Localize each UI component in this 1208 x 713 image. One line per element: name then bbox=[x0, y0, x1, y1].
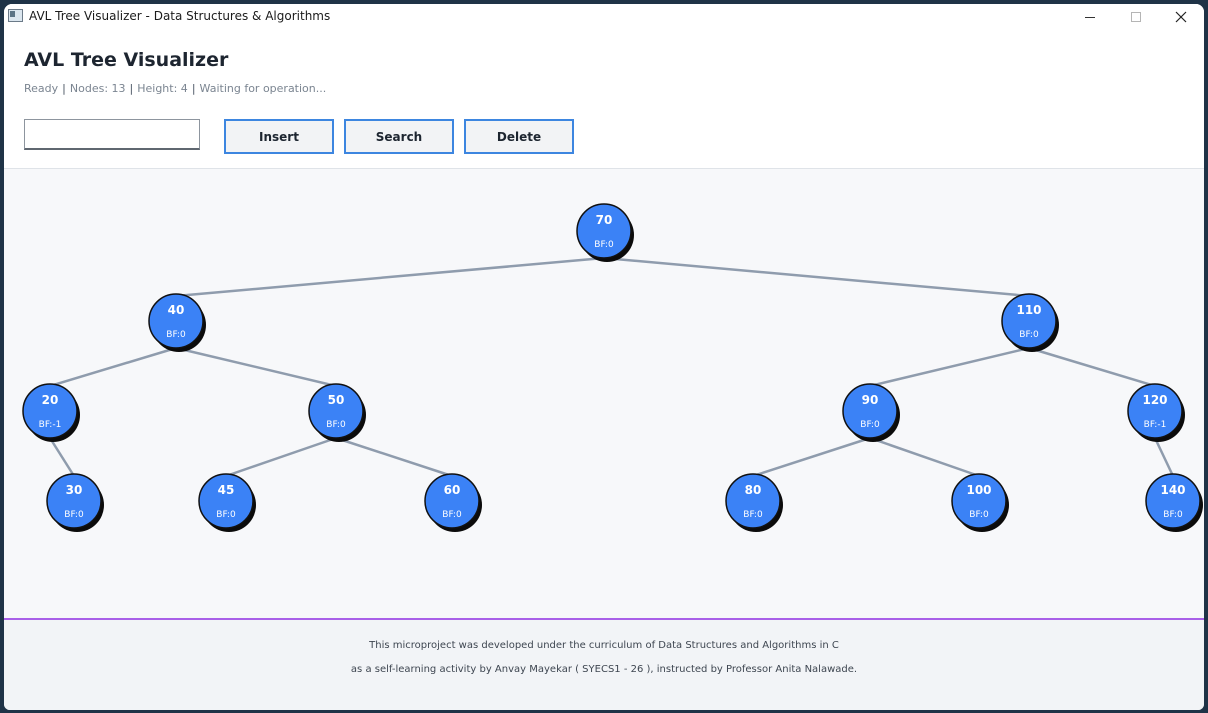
tree-edge bbox=[869, 436, 980, 478]
value-input[interactable] bbox=[24, 119, 200, 150]
node-balance-factor: BF:0 bbox=[969, 510, 989, 520]
page-title: AVL Tree Visualizer bbox=[24, 49, 229, 71]
node-value: 120 bbox=[1142, 393, 1167, 407]
tree-diagram: 70 BF:0 40 BF:0 110 BF:0 20 BF:-1 50 BF:0 90 BF:0 12… bbox=[22, 203, 1203, 532]
tree-canvas[interactable]: 70 BF:0 40 BF:0 110 BF:0 20 BF:-1 50 BF:0 90 BF:0 12… bbox=[4, 169, 1204, 618]
node-balance-factor: BF:0 bbox=[216, 510, 236, 520]
tree-edge bbox=[335, 436, 453, 478]
tree-node[interactable]: 80 BF:0 bbox=[725, 473, 783, 532]
tree-node[interactable]: 70 BF:0 bbox=[576, 203, 634, 262]
node-balance-factor: BF:-1 bbox=[39, 420, 62, 430]
tree-node[interactable]: 120 BF:-1 bbox=[1127, 383, 1185, 442]
node-balance-factor: BF:0 bbox=[1019, 330, 1039, 340]
status-message: Waiting for operation... bbox=[199, 82, 327, 95]
node-value: 40 bbox=[168, 303, 185, 317]
tree-node[interactable]: 30 BF:0 bbox=[46, 473, 104, 532]
node-balance-factor: BF:0 bbox=[166, 330, 186, 340]
status-bar: Ready | Nodes: 13 | Height: 4 | Waiting for op… bbox=[24, 82, 326, 95]
window-title: AVL Tree Visualizer - Data Structures & … bbox=[29, 9, 331, 23]
tree-edge bbox=[175, 256, 605, 298]
footer-credit-line-1: This microproject was developed under th… bbox=[369, 640, 839, 651]
status-separator: | bbox=[191, 82, 196, 95]
app-icon bbox=[8, 9, 23, 22]
tree-node[interactable]: 140 BF:0 bbox=[1145, 473, 1203, 532]
tree-node[interactable]: 50 BF:0 bbox=[308, 383, 366, 442]
node-value: 45 bbox=[218, 483, 235, 497]
node-value: 110 bbox=[1016, 303, 1041, 317]
insert-button[interactable]: Insert bbox=[224, 119, 334, 154]
node-balance-factor: BF:0 bbox=[1163, 510, 1183, 520]
title-bar[interactable]: AVL Tree Visualizer - Data Structures & … bbox=[4, 4, 1204, 29]
tree-node[interactable]: 60 BF:0 bbox=[424, 473, 482, 532]
node-value: 20 bbox=[42, 393, 59, 407]
node-value: 90 bbox=[862, 393, 879, 407]
delete-button[interactable]: Delete bbox=[464, 119, 574, 154]
maximize-icon bbox=[1131, 11, 1141, 22]
tree-edge bbox=[49, 346, 177, 388]
tree-edge bbox=[1153, 437, 1175, 477]
header-panel: AVL Tree Visualizer Ready | Nodes: 13 | Heig… bbox=[4, 29, 1204, 169]
tree-node[interactable]: 45 BF:0 bbox=[198, 473, 256, 532]
close-button[interactable] bbox=[1158, 4, 1204, 29]
node-balance-factor: BF:0 bbox=[64, 510, 84, 520]
tree-edge bbox=[869, 346, 1030, 388]
minimize-icon bbox=[1085, 16, 1095, 18]
node-balance-factor: BF:0 bbox=[860, 420, 880, 430]
node-value: 70 bbox=[596, 213, 613, 227]
tree-node[interactable]: 20 BF:-1 bbox=[22, 383, 80, 442]
tree-edge bbox=[225, 436, 337, 478]
maximize-button[interactable] bbox=[1113, 4, 1159, 29]
close-icon bbox=[1175, 11, 1187, 22]
minimize-button[interactable] bbox=[1067, 4, 1113, 29]
tree-edge bbox=[603, 256, 1030, 298]
tree-edge bbox=[1028, 346, 1156, 388]
node-balance-factor: BF:0 bbox=[743, 510, 763, 520]
node-balance-factor: BF:0 bbox=[326, 420, 346, 430]
node-value: 50 bbox=[328, 393, 345, 407]
node-value: 140 bbox=[1160, 483, 1185, 497]
node-balance-factor: BF:-1 bbox=[1144, 420, 1167, 430]
tree-edge bbox=[752, 436, 871, 478]
search-button[interactable]: Search bbox=[344, 119, 454, 154]
node-value: 100 bbox=[966, 483, 991, 497]
tree-node[interactable]: 40 BF:0 bbox=[148, 293, 206, 352]
status-separator: | bbox=[129, 82, 134, 95]
footer-credit-line-2: as a self-learning activity by Anvay May… bbox=[350, 664, 858, 675]
node-balance-factor: BF:0 bbox=[594, 240, 614, 250]
footer: This microproject was developed under th… bbox=[4, 618, 1204, 710]
tree-node[interactable]: 90 BF:0 bbox=[842, 383, 900, 442]
node-value: 30 bbox=[66, 483, 83, 497]
node-balance-factor: BF:0 bbox=[442, 510, 462, 520]
tree-node[interactable]: 110 BF:0 bbox=[1001, 293, 1059, 352]
status-separator: | bbox=[62, 82, 66, 95]
node-value: 80 bbox=[745, 483, 762, 497]
tree-edge bbox=[175, 346, 337, 388]
status-height: Height: 4 bbox=[137, 82, 188, 95]
tree-edge bbox=[48, 437, 76, 477]
status-state: Ready bbox=[24, 82, 59, 95]
status-node-count: Nodes: 13 bbox=[69, 82, 126, 95]
app-window: AVL Tree Visualizer - Data Structures & … bbox=[4, 4, 1204, 710]
tree-node[interactable]: 100 BF:0 bbox=[951, 473, 1009, 532]
node-value: 60 bbox=[444, 483, 461, 497]
